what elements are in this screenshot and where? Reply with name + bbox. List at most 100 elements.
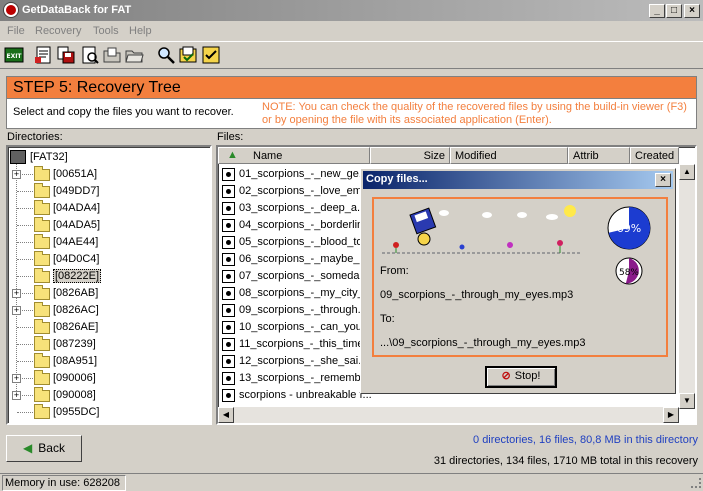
file-name: 03_scorpions_-_deep_a...: [239, 202, 367, 214]
audio-file-icon: [222, 338, 235, 351]
expand-icon[interactable]: +: [12, 374, 21, 383]
tree-item[interactable]: [08222E]: [8, 268, 208, 285]
folder-icon: [34, 387, 50, 402]
app-logo-icon: [4, 3, 18, 17]
view-file-icon[interactable]: [80, 45, 100, 65]
select-files-icon[interactable]: [178, 45, 198, 65]
tree-item[interactable]: + [090006]: [8, 370, 208, 387]
tree-item[interactable]: [04D0C4]: [8, 251, 208, 268]
menu-file[interactable]: File: [7, 25, 25, 37]
scroll-up-button[interactable]: ▲: [679, 164, 695, 180]
step-header: STEP 5: Recovery Tree: [6, 76, 697, 99]
tree-item[interactable]: + [00651A]: [8, 166, 208, 183]
expand-icon[interactable]: +: [12, 391, 21, 400]
resize-grip[interactable]: [691, 478, 701, 488]
scroll-down-button[interactable]: ▼: [679, 393, 695, 409]
column-header-size[interactable]: Size: [370, 147, 450, 164]
tree-item[interactable]: + [0826AC]: [8, 302, 208, 319]
copy-progress-frame: 69% 58% From: 09_scorpions_-_through_my_…: [372, 197, 668, 357]
audio-file-icon: [222, 389, 235, 402]
expand-icon[interactable]: +: [12, 170, 21, 179]
tree-item[interactable]: [087239]: [8, 336, 208, 353]
svg-text:69%: 69%: [617, 222, 641, 235]
folder-icon: [34, 166, 50, 181]
from-value: 09_scorpions_-_through_my_eyes.mp3: [380, 289, 574, 301]
tree-item[interactable]: [04AE44]: [8, 234, 208, 251]
tree-item-label: [08A951]: [53, 355, 98, 367]
audio-file-icon: [222, 287, 235, 300]
column-header-name[interactable]: ▲ Name: [218, 147, 370, 164]
up-arrow-icon[interactable]: ▲: [227, 149, 238, 161]
scroll-left-button[interactable]: ◀: [218, 407, 234, 423]
folder-icon: [34, 251, 50, 266]
title-bar: GetDataBack for FAT _ □ ×: [0, 0, 703, 21]
from-label: From:: [380, 265, 409, 277]
tree-item[interactable]: [049DD7]: [8, 183, 208, 200]
tree-item[interactable]: + [0826AB]: [8, 285, 208, 302]
copy-files-dialog: Copy files... × 69% 58% From: 09_scorpio…: [360, 168, 676, 394]
scroll-right-button[interactable]: ▶: [663, 407, 679, 423]
column-header-attrib[interactable]: Attrib: [568, 147, 630, 164]
stop-button[interactable]: ⊘ Stop!: [485, 366, 557, 388]
menu-help[interactable]: Help: [129, 25, 152, 37]
folder-icon[interactable]: [124, 45, 144, 65]
svg-text:EXIT: EXIT: [6, 53, 22, 60]
close-button[interactable]: ×: [684, 4, 700, 18]
column-header-created[interactable]: Created: [630, 147, 679, 164]
audio-file-icon: [222, 185, 235, 198]
file-name: 04_scorpions_-_borderlin...: [239, 219, 373, 231]
step-title: STEP 5: Recovery Tree: [13, 79, 181, 96]
memory-status: Memory in use: 628208: [2, 475, 126, 491]
audio-file-icon: [222, 202, 235, 215]
file-name: 06_scorpions_-_maybe_i...: [239, 253, 372, 265]
step-instructions: Select and copy the files you want to re…: [6, 99, 697, 129]
minimize-button[interactable]: _: [649, 4, 665, 18]
back-arrow-icon: ◀: [23, 441, 33, 455]
tree-item-label: [04AE44]: [53, 236, 99, 248]
file-name: 05_scorpions_-_blood_to...: [239, 236, 372, 248]
expand-icon[interactable]: +: [12, 289, 21, 298]
folder-icon: [34, 183, 50, 198]
folder-icon: [34, 404, 50, 419]
tree-item[interactable]: [04ADA5]: [8, 217, 208, 234]
folder-icon: [34, 200, 50, 215]
audio-file-icon: [222, 355, 235, 368]
folder-icon: [34, 268, 50, 283]
search-icon[interactable]: [156, 45, 176, 65]
column-header-modified[interactable]: Modified: [450, 147, 568, 164]
maximize-button[interactable]: □: [666, 4, 682, 18]
tree-item[interactable]: [08A951]: [8, 353, 208, 370]
open-folder-icon[interactable]: [102, 45, 122, 65]
vertical-scrollbar[interactable]: ▲ ▼: [679, 164, 695, 409]
toolbar: EXIT: [0, 41, 703, 69]
file-name: 02_scorpions_-_love_em...: [239, 185, 372, 197]
properties-icon[interactable]: [34, 45, 54, 65]
menu-recovery[interactable]: Recovery: [35, 25, 81, 37]
tree-item[interactable]: [0826AE]: [8, 319, 208, 336]
stop-icon: ⊘: [501, 370, 511, 382]
total-progress-pie: 69%: [607, 206, 651, 250]
folder-icon: [34, 285, 50, 300]
back-button[interactable]: ◀ Back: [6, 435, 82, 462]
expand-icon[interactable]: +: [12, 306, 21, 315]
file-name: 13_scorpions_-_rememb...: [239, 372, 370, 384]
tree-item-label: [090008]: [53, 389, 96, 401]
audio-file-icon: [222, 304, 235, 317]
tree-item[interactable]: [0955DC]: [8, 404, 208, 421]
tree-item[interactable]: [FAT32]: [8, 149, 208, 166]
checklist-icon[interactable]: [201, 45, 221, 65]
tree-item-label: [049DD7]: [53, 185, 100, 197]
tree-item[interactable]: [04ADA4]: [8, 200, 208, 217]
to-label: To:: [380, 313, 395, 325]
dialog-close-button[interactable]: ×: [655, 173, 671, 187]
directories-label: Directories:: [7, 131, 63, 143]
dialog-title: Copy files...: [366, 173, 428, 185]
directory-tree[interactable]: [FAT32] + [00651A] [049DD7] [04ADA4] [04ADA5]…: [6, 145, 212, 425]
exit-button[interactable]: EXIT: [4, 45, 24, 65]
menu-tools[interactable]: Tools: [93, 25, 119, 37]
tree-item[interactable]: + [090008]: [8, 387, 208, 404]
horizontal-scrollbar[interactable]: ◀ ▶: [218, 407, 679, 423]
note-text: NOTE: You can check the quality of the r…: [262, 101, 687, 126]
save-icon[interactable]: [56, 45, 76, 65]
to-value: ...\09_scorpions_-_through_my_eyes.mp3: [380, 337, 586, 349]
